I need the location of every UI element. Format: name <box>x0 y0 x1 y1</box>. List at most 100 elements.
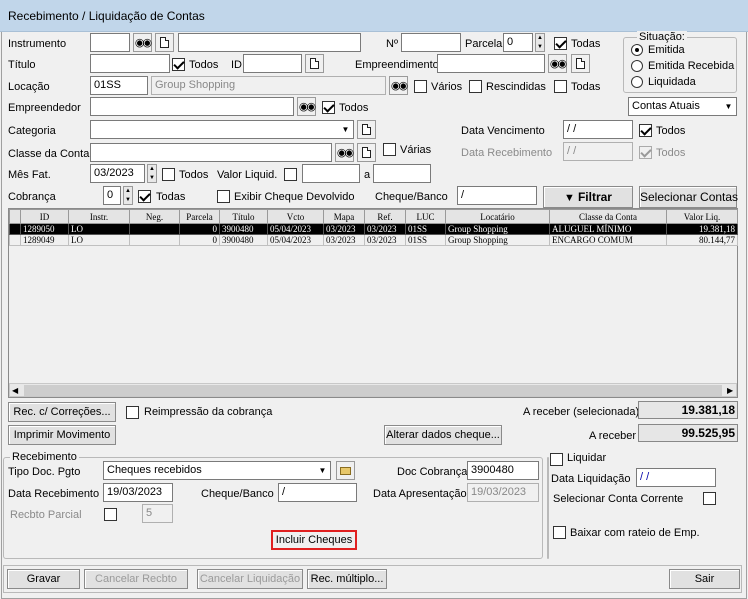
receb-cheque-banco-input[interactable]: / <box>278 483 357 502</box>
cancelar-liquidacao-button[interactable]: Cancelar Liquidação <box>197 569 303 589</box>
selecionar-contas-button[interactable]: Selecionar Contas <box>639 186 738 208</box>
binoculars-search-icon[interactable]: ◉◉ <box>548 54 567 73</box>
col-header[interactable]: Instr. <box>68 209 130 224</box>
cheque-banco-filter-label: Cheque/Banco <box>375 191 448 203</box>
empreendimento-label: Empreendimento <box>355 59 439 71</box>
cobranca-todas-checkbox[interactable] <box>138 190 151 203</box>
parcela-input[interactable]: 0 <box>503 33 533 52</box>
doc-cobranca-input[interactable]: 3900480 <box>467 461 539 480</box>
col-header[interactable]: Valor Liq. <box>666 209 738 224</box>
valor-de-input[interactable] <box>302 164 360 183</box>
parcela-todas-checkbox[interactable] <box>554 37 567 50</box>
col-header[interactable]: Parcela <box>179 209 220 224</box>
valor-liquid-label: Valor Liquid. <box>217 169 278 181</box>
col-header[interactable]: Ref. <box>364 209 406 224</box>
id-input[interactable] <box>243 54 302 73</box>
col-header[interactable]: LUC <box>405 209 446 224</box>
filtrar-button[interactable]: ▼ Filtrar <box>543 186 633 208</box>
mes-fat-spinner[interactable]: ▲ ▼ <box>147 164 157 183</box>
binoculars-search-icon[interactable]: ◉◉ <box>133 33 152 52</box>
col-header[interactable]: Classe da Conta <box>549 209 667 224</box>
data-liquidacao-input[interactable]: / / <box>636 468 716 487</box>
gravar-button[interactable]: Gravar <box>7 569 80 589</box>
radio-emitida[interactable] <box>631 44 643 56</box>
rescindidas-checkbox[interactable] <box>469 80 482 93</box>
document-icon[interactable] <box>571 54 590 73</box>
data-vencimento-input[interactable]: / / <box>563 120 633 139</box>
cell: 01SS <box>405 223 446 235</box>
binoculars-search-icon[interactable]: ◉◉ <box>335 143 354 162</box>
alterar-cheque-button[interactable]: Alterar dados cheque... <box>384 425 502 445</box>
col-header[interactable]: Título <box>219 209 268 224</box>
empreendedor-input[interactable] <box>90 97 294 116</box>
rec-correcoes-button[interactable]: Rec. c/ Correções... <box>8 402 116 422</box>
data-recebimento-label: Data Recebimento <box>461 147 553 159</box>
scroll-right-icon[interactable]: ▶ <box>727 384 733 397</box>
numero-input[interactable] <box>401 33 461 52</box>
tipo-doc-select[interactable]: Cheques recebidos ▼ <box>103 461 331 480</box>
scroll-thumb[interactable] <box>24 385 722 396</box>
parcela-todas-label: Todas <box>571 38 601 50</box>
empreendedor-todos-checkbox[interactable] <box>322 101 335 114</box>
rec-multiplo-button[interactable]: Rec. múltiplo... <box>307 569 387 589</box>
mes-todos-checkbox[interactable] <box>162 168 175 181</box>
liquidar-checkbox[interactable] <box>550 453 563 466</box>
classe-input[interactable] <box>90 143 332 162</box>
document-icon[interactable] <box>357 120 376 139</box>
exibir-cheque-checkbox[interactable] <box>217 190 230 203</box>
table-row[interactable]: 1289049 LO 0 3900480 05/04/2023 03/2023 03/202… <box>9 234 738 246</box>
data-receb-input[interactable]: 19/03/2023 <box>103 483 173 502</box>
binoculars-search-icon[interactable]: ◉◉ <box>389 76 408 95</box>
sel-conta-checkbox[interactable] <box>703 492 716 505</box>
folder-icon[interactable] <box>336 461 355 480</box>
radio-liquidada[interactable] <box>631 76 643 88</box>
table-row[interactable]: 1289050 LO 0 3900480 05/04/2023 03/2023 03/202… <box>9 223 738 235</box>
horizontal-scrollbar[interactable]: ◀ ▶ <box>9 383 737 397</box>
chevron-down-icon: ▼ <box>341 125 350 134</box>
titulo-input[interactable] <box>90 54 170 73</box>
a-label: a <box>364 169 371 181</box>
categoria-label: Categoria <box>8 125 56 137</box>
sair-button[interactable]: Sair <box>669 569 740 589</box>
reimpressao-checkbox[interactable] <box>126 406 139 419</box>
radio-emitida-recebida[interactable] <box>631 60 643 72</box>
cell: 03/2023 <box>364 234 406 246</box>
col-header[interactable]: Vcto <box>267 209 324 224</box>
instrumento-input[interactable] <box>90 33 130 52</box>
cobranca-spinner[interactable]: ▲ ▼ <box>123 186 133 205</box>
document-icon[interactable] <box>305 54 324 73</box>
valor-liquid-checkbox[interactable] <box>284 168 297 181</box>
cancelar-recbto-button[interactable]: Cancelar Recbto <box>84 569 188 589</box>
parcela-spinner[interactable]: ▲ ▼ <box>535 33 545 52</box>
instrumento-desc-input[interactable] <box>178 33 361 52</box>
cheque-banco-filter-input[interactable]: / <box>457 186 537 205</box>
binoculars-search-icon[interactable]: ◉◉ <box>297 97 316 116</box>
cobranca-input[interactable]: 0 <box>103 186 121 205</box>
locacao-code-input[interactable]: 01SS <box>90 76 148 95</box>
varios-checkbox[interactable] <box>414 80 427 93</box>
titulo-todos-checkbox[interactable] <box>172 58 185 71</box>
mes-fat-input[interactable]: 03/2023 <box>90 164 145 183</box>
col-header[interactable]: ID <box>20 209 69 224</box>
empreendimento-input[interactable] <box>437 54 545 73</box>
valor-ate-input[interactable] <box>373 164 431 183</box>
accounts-grid[interactable]: ID Instr. Neg. Parcela Título Vcto Mapa … <box>8 208 738 398</box>
document-icon[interactable] <box>155 33 174 52</box>
exibir-cheque-label: Exibir Cheque Devolvido <box>234 191 355 203</box>
classe-varias-checkbox[interactable] <box>383 143 396 156</box>
categoria-select[interactable]: ▼ <box>90 120 354 139</box>
mes-fat-label: Mês Fat. <box>8 169 51 181</box>
dv-todos-checkbox[interactable] <box>639 124 652 137</box>
scroll-left-icon[interactable]: ◀ <box>12 384 18 397</box>
imprimir-movimento-button[interactable]: Imprimir Movimento <box>8 425 116 445</box>
col-header[interactable]: Neg. <box>129 209 180 224</box>
cell: ALUGUEL MÍNIMO <box>549 223 667 235</box>
baixar-checkbox[interactable] <box>553 526 566 539</box>
incluir-cheques-button[interactable]: Incluir Cheques <box>271 530 357 550</box>
col-header[interactable]: Mapa <box>323 209 365 224</box>
recbto-parcial-checkbox[interactable] <box>104 508 117 521</box>
locacao-todas-checkbox[interactable] <box>554 80 567 93</box>
contas-select[interactable]: Contas Atuais ▼ <box>628 97 737 116</box>
document-icon[interactable] <box>357 143 376 162</box>
col-header[interactable]: Locatário <box>445 209 550 224</box>
